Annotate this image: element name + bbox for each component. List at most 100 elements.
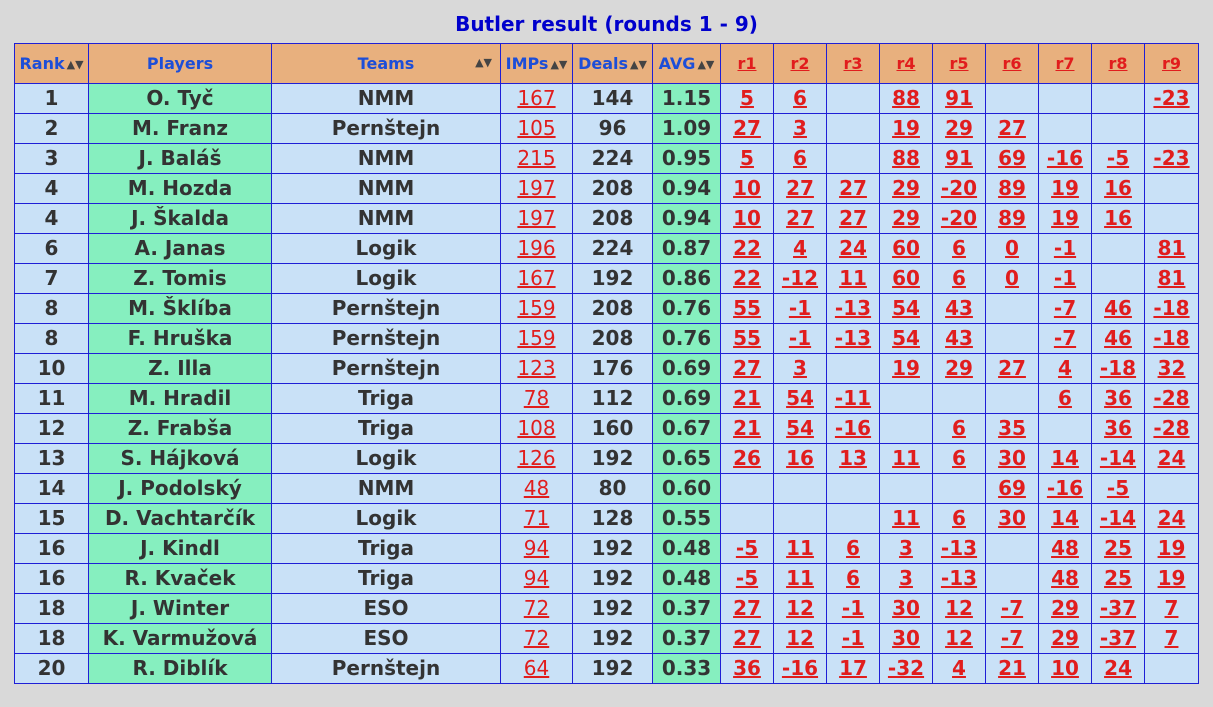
round-score-link[interactable]: 7 [1165, 596, 1179, 620]
round-score-link[interactable]: -7 [1054, 296, 1076, 320]
round-link-r1[interactable]: r1 [737, 54, 756, 73]
round-score-link[interactable]: -16 [1047, 146, 1083, 170]
round-score-link[interactable]: 30 [892, 596, 920, 620]
round-score-link[interactable]: 12 [945, 626, 973, 650]
round-score-link[interactable]: 19 [1158, 566, 1186, 590]
round-score-link[interactable]: 17 [839, 656, 867, 680]
column-header-teams[interactable]: Teams ▲▼ [271, 43, 501, 84]
round-score-link[interactable]: 14 [1051, 506, 1079, 530]
round-score-link[interactable]: 36 [1104, 386, 1132, 410]
round-score-link[interactable]: 27 [998, 356, 1026, 380]
column-header-deals[interactable]: Deals ▲▼ [572, 43, 653, 84]
round-score-link[interactable]: 24 [1158, 446, 1186, 470]
round-score-link[interactable]: 6 [952, 266, 966, 290]
round-score-link[interactable]: 32 [1158, 356, 1186, 380]
round-score-link[interactable]: -13 [941, 536, 977, 560]
round-score-link[interactable]: 6 [952, 416, 966, 440]
round-score-link[interactable]: -5 [736, 566, 758, 590]
round-score-link[interactable]: 12 [786, 596, 814, 620]
imps-value-link[interactable]: 126 [517, 446, 555, 470]
round-score-link[interactable]: 91 [945, 86, 973, 110]
round-score-link[interactable]: -1 [789, 326, 811, 350]
round-score-link[interactable]: -7 [1054, 326, 1076, 350]
round-score-link[interactable]: 11 [839, 266, 867, 290]
round-score-link[interactable]: 43 [945, 296, 973, 320]
round-score-link[interactable]: 27 [786, 176, 814, 200]
round-score-link[interactable]: 27 [733, 356, 761, 380]
round-score-link[interactable]: 29 [945, 116, 973, 140]
round-score-link[interactable]: 27 [733, 626, 761, 650]
round-score-link[interactable]: 5 [740, 146, 754, 170]
round-score-link[interactable]: 29 [945, 356, 973, 380]
round-score-link[interactable]: 10 [1051, 656, 1079, 680]
imps-value-link[interactable]: 197 [517, 206, 555, 230]
imps-value-link[interactable]: 105 [517, 116, 555, 140]
round-score-link[interactable]: 6 [952, 506, 966, 530]
round-score-link[interactable]: -12 [782, 266, 818, 290]
round-score-link[interactable]: 22 [733, 236, 761, 260]
round-score-link[interactable]: 4 [1058, 356, 1072, 380]
round-link-r2[interactable]: r2 [790, 54, 809, 73]
round-score-link[interactable]: 35 [998, 416, 1026, 440]
round-score-link[interactable]: -14 [1100, 446, 1136, 470]
round-score-link[interactable]: 4 [793, 236, 807, 260]
round-score-link[interactable]: 0 [1005, 266, 1019, 290]
column-header-rank[interactable]: Rank ▲▼ [14, 43, 89, 84]
imps-value-link[interactable]: 78 [524, 386, 549, 410]
imps-value-link[interactable]: 72 [524, 596, 549, 620]
round-score-link[interactable]: 7 [1165, 626, 1179, 650]
round-score-link[interactable]: 55 [733, 296, 761, 320]
round-score-link[interactable]: -7 [1001, 626, 1023, 650]
round-score-link[interactable]: 29 [1051, 596, 1079, 620]
round-score-link[interactable]: 60 [892, 236, 920, 260]
imps-value-link[interactable]: 159 [517, 326, 555, 350]
round-score-link[interactable]: -18 [1100, 356, 1136, 380]
imps-value-link[interactable]: 64 [524, 656, 549, 680]
round-score-link[interactable]: 36 [733, 656, 761, 680]
round-score-link[interactable]: 27 [998, 116, 1026, 140]
round-score-link[interactable]: 11 [786, 566, 814, 590]
round-score-link[interactable]: 25 [1104, 536, 1132, 560]
round-score-link[interactable]: 54 [892, 326, 920, 350]
round-score-link[interactable]: -11 [835, 386, 871, 410]
round-score-link[interactable]: -1 [842, 596, 864, 620]
round-score-link[interactable]: -28 [1153, 386, 1189, 410]
imps-value-link[interactable]: 123 [517, 356, 555, 380]
round-score-link[interactable]: 25 [1104, 566, 1132, 590]
round-score-link[interactable]: -23 [1153, 146, 1189, 170]
round-score-link[interactable]: 12 [786, 626, 814, 650]
round-score-link[interactable]: -23 [1153, 86, 1189, 110]
imps-value-link[interactable]: 108 [517, 416, 555, 440]
round-score-link[interactable]: 43 [945, 326, 973, 350]
round-score-link[interactable]: 3 [793, 356, 807, 380]
round-score-link[interactable]: 19 [1051, 206, 1079, 230]
round-score-link[interactable]: 88 [892, 146, 920, 170]
round-score-link[interactable]: 89 [998, 176, 1026, 200]
round-score-link[interactable]: 16 [1104, 176, 1132, 200]
round-score-link[interactable]: 11 [892, 446, 920, 470]
round-score-link[interactable]: 69 [998, 146, 1026, 170]
round-score-link[interactable]: 22 [733, 266, 761, 290]
round-score-link[interactable]: 19 [1158, 536, 1186, 560]
round-score-link[interactable]: 30 [892, 626, 920, 650]
round-score-link[interactable]: 24 [839, 236, 867, 260]
round-score-link[interactable]: 3 [793, 116, 807, 140]
round-score-link[interactable]: 46 [1104, 326, 1132, 350]
imps-value-link[interactable]: 94 [524, 566, 549, 590]
round-score-link[interactable]: 60 [892, 266, 920, 290]
round-score-link[interactable]: 6 [793, 86, 807, 110]
round-score-link[interactable]: 48 [1051, 536, 1079, 560]
round-score-link[interactable]: -14 [1100, 506, 1136, 530]
round-score-link[interactable]: 21 [733, 386, 761, 410]
round-score-link[interactable]: 26 [733, 446, 761, 470]
round-score-link[interactable]: 11 [786, 536, 814, 560]
round-link-r9[interactable]: r9 [1162, 54, 1181, 73]
imps-value-link[interactable]: 167 [517, 86, 555, 110]
imps-value-link[interactable]: 167 [517, 266, 555, 290]
round-score-link[interactable]: -18 [1153, 326, 1189, 350]
round-score-link[interactable]: 27 [839, 206, 867, 230]
round-score-link[interactable]: -37 [1100, 596, 1136, 620]
round-link-r5[interactable]: r5 [949, 54, 968, 73]
round-score-link[interactable]: -16 [1047, 476, 1083, 500]
round-score-link[interactable]: 6 [846, 566, 860, 590]
